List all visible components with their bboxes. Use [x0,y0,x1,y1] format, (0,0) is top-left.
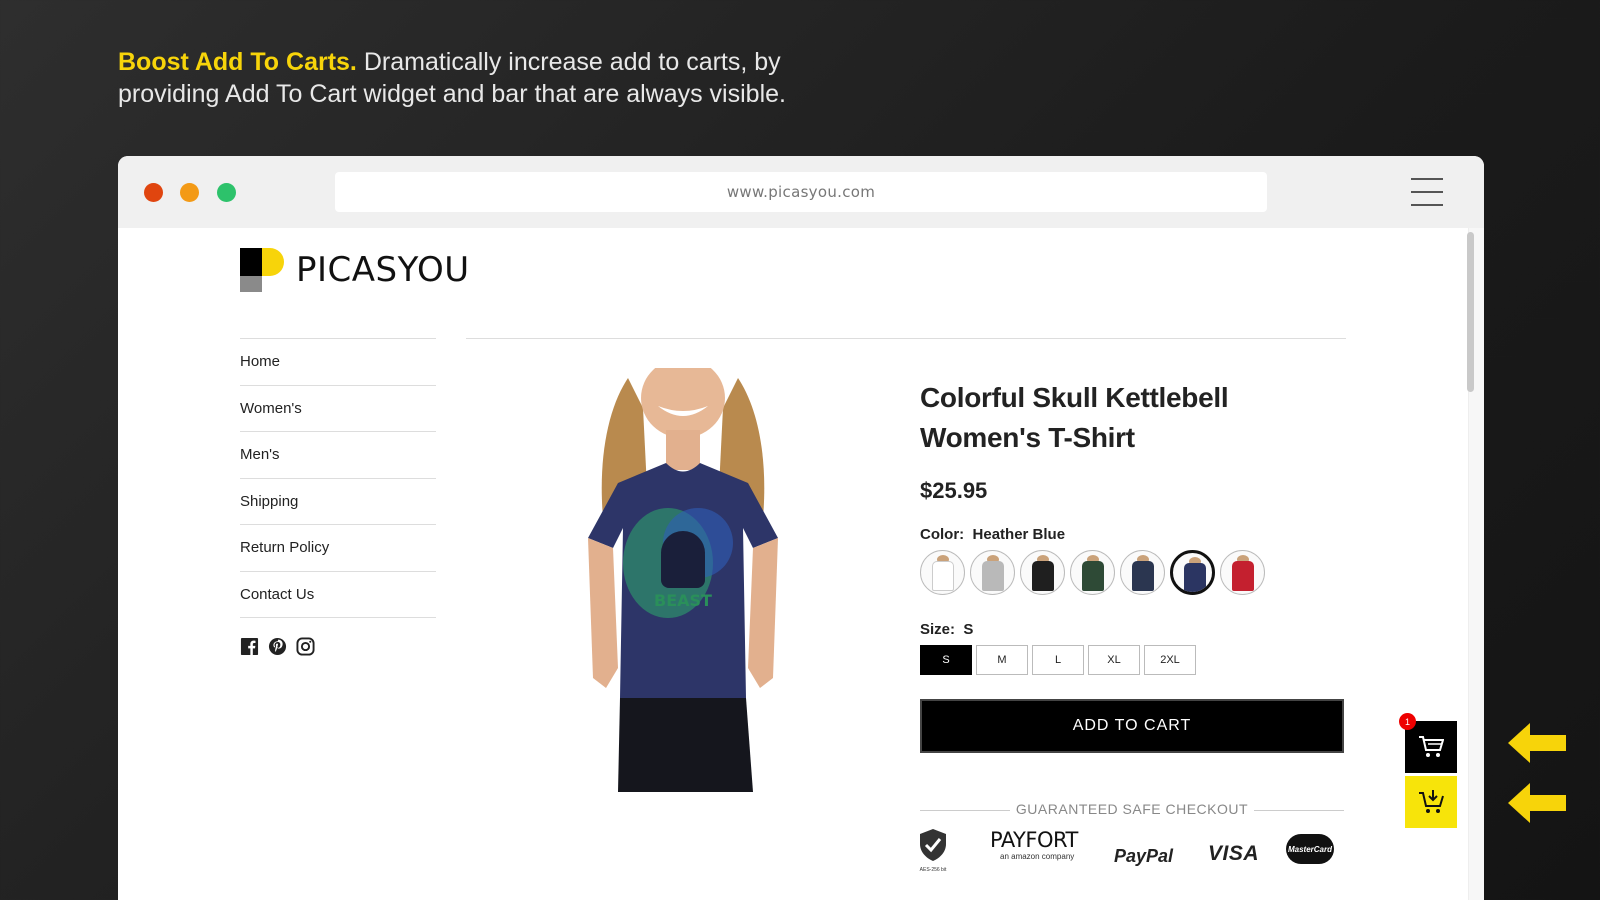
size-option[interactable]: L [1032,645,1084,675]
minimize-window-button[interactable] [180,183,199,202]
size-options: S M L XL 2XL [920,645,1196,675]
maximize-window-button[interactable] [217,183,236,202]
product-image[interactable]: BEAST [548,368,818,792]
swatch-tshirt [932,561,954,591]
arrow-left-icon [1508,783,1566,823]
visa-logo: VISA [1208,842,1260,865]
social-links [240,637,315,656]
nav-item-shipping[interactable]: Shipping [240,479,436,525]
size-label: Size: S [920,621,973,638]
logo-text: PICASYOU [296,250,470,290]
swatch-tshirt [1132,561,1154,591]
paypal-logo: PayPal [1114,846,1174,866]
color-swatch[interactable] [1220,550,1265,595]
cart-count-badge: 1 [1399,713,1416,730]
color-label: Color: Heather Blue [920,526,1065,543]
facebook-icon[interactable] [240,637,259,656]
sticky-add-to-cart-bar-button[interactable] [1405,776,1457,828]
sidebar-nav: Home Women's Men's Shipping Return Polic… [240,339,436,618]
svg-text:BEAST: BEAST [654,591,712,610]
product-title: Colorful Skull Kettlebell Women's T-Shir… [920,382,1229,453]
size-option[interactable]: S [920,645,972,675]
size-option[interactable]: XL [1088,645,1140,675]
color-swatch[interactable] [1170,550,1215,595]
instagram-icon[interactable] [296,637,315,656]
shield-check-icon [920,829,946,861]
browser-toolbar: www.picasyou.com [118,156,1484,228]
payfort-logo: PAYFORT an amazon company [990,828,1078,861]
nav-item-contact-us[interactable]: Contact Us [240,572,436,618]
size-option[interactable]: 2XL [1144,645,1196,675]
nav-item-womens[interactable]: Women's [240,386,436,432]
swatch-tshirt [982,561,1004,591]
mastercard-logo: MasterCard [1286,834,1334,864]
swatch-tshirt [1232,561,1254,591]
nav-item-home[interactable]: Home [240,339,436,386]
arrow-left-icon [1508,723,1566,763]
add-to-cart-button[interactable]: ADD TO CART [920,699,1344,753]
swatch-tshirt [1032,561,1054,591]
hamburger-menu-icon[interactable] [1411,178,1443,206]
safe-checkout-text: GUARANTEED SAFE CHECKOUT [1009,801,1255,817]
safe-checkout-heading: GUARANTEED SAFE CHECKOUT [920,801,1344,819]
headline-strong: Boost Add To Carts. [118,48,357,76]
size-option[interactable]: M [976,645,1028,675]
color-swatch[interactable] [920,550,965,595]
close-window-button[interactable] [144,183,163,202]
color-swatch[interactable] [1020,550,1065,595]
content-divider [466,338,1346,339]
color-label-value: Heather Blue [972,526,1066,543]
cart-icon [1419,736,1444,757]
logo-mark-icon [240,248,284,292]
pinterest-icon[interactable] [268,637,287,656]
nav-item-mens[interactable]: Men's [240,432,436,479]
color-swatch[interactable] [1070,550,1115,595]
cart-download-icon [1419,790,1444,813]
secure-badge-text: AES-256 bit [919,867,947,873]
size-label-key: Size: [920,621,956,638]
color-swatches [920,550,1265,595]
secure-badge: AES-256 bit [918,828,948,873]
swatch-tshirt [1082,561,1104,591]
product-price: $25.95 [920,478,988,503]
color-label-key: Color: [920,526,965,543]
payfort-text: PAYFORT [990,828,1078,852]
payment-badges: AES-256 bit PAYFORT an amazon company Pa… [918,828,1348,878]
color-swatch[interactable] [970,550,1015,595]
sticky-cart-widget[interactable]: 1 [1399,713,1457,773]
store-logo[interactable]: PICASYOU [240,248,470,292]
nav-item-return-policy[interactable]: Return Policy [240,525,436,572]
color-swatch[interactable] [1120,550,1165,595]
address-bar[interactable]: www.picasyou.com [335,172,1267,212]
swatch-tshirt [1184,563,1206,592]
size-label-value: S [963,621,974,638]
payfort-sub-text: an amazon company [1000,852,1075,861]
headline: Boost Add To Carts. Dramatically increas… [118,46,878,110]
scrollbar-thumb[interactable] [1467,232,1474,392]
